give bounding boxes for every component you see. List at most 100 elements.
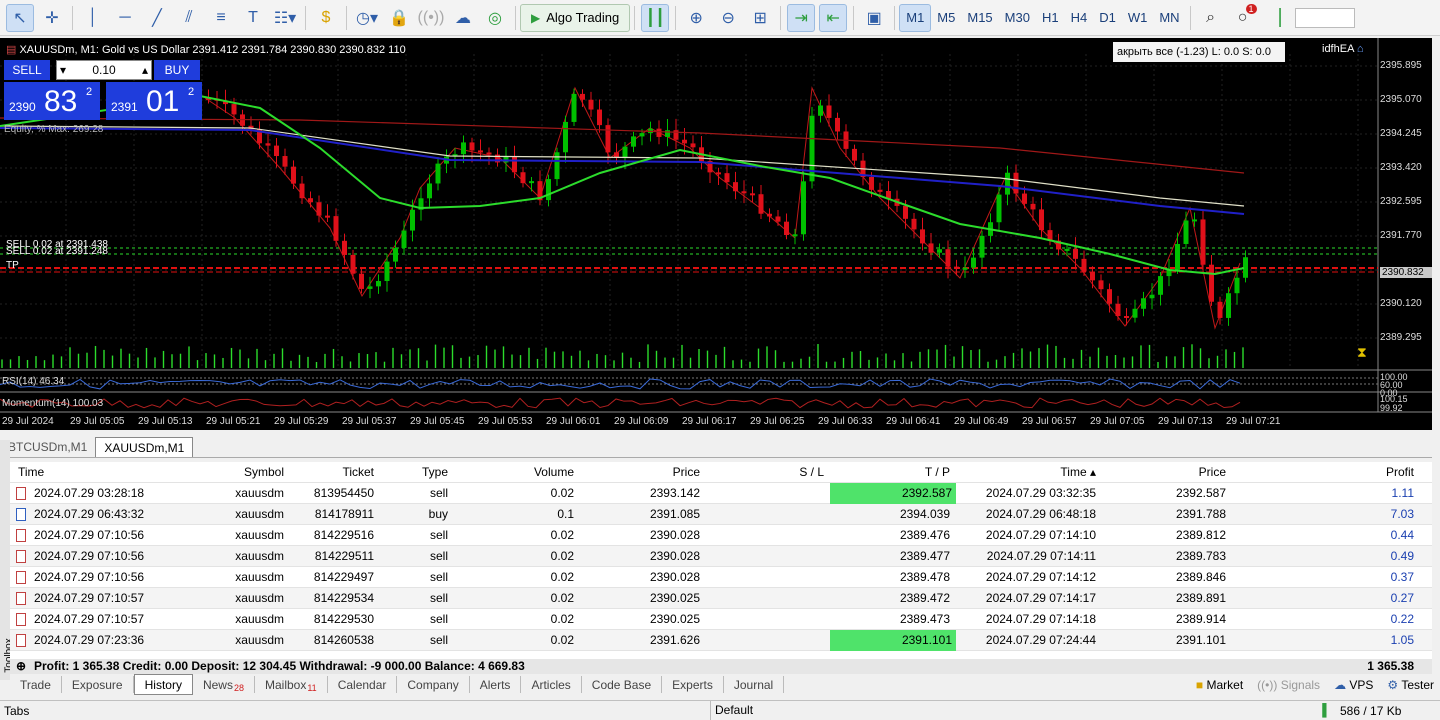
zoom-out-icon[interactable]: ⊖ [714, 4, 742, 32]
channel-icon[interactable]: ⫽ [175, 4, 203, 32]
tab-alerts[interactable]: Alerts [470, 676, 522, 693]
candle-body [342, 240, 347, 255]
horizontal-line-icon[interactable]: ─ [111, 4, 139, 32]
sell-order-line-2[interactable]: SELL 0.02 at 2391.248 [6, 246, 108, 257]
close-all-button[interactable]: акрыть все (-1.23) L: 0.0 S: 0.0 [1113, 42, 1285, 62]
tester-button[interactable]: ⚙ Tester [1387, 678, 1434, 692]
shapes-icon[interactable]: ☷▾ [271, 4, 299, 32]
tab-news[interactable]: News 28 [193, 676, 255, 693]
header-tp[interactable]: T / P [830, 462, 950, 483]
timeframe-mn[interactable]: MN [1153, 4, 1185, 32]
tab-company[interactable]: Company [397, 676, 470, 693]
zoom-in-icon[interactable]: ⊕ [682, 4, 710, 32]
timeframe-m15[interactable]: M15 [961, 4, 998, 32]
algo-trading-button[interactable]: ▶ Algo Trading [520, 3, 631, 32]
price-chart[interactable]: ▤ XAUUSDm, M1: Gold vs US Dollar 2391.41… [0, 38, 1432, 430]
toolbar-separator [894, 5, 896, 30]
trend-line-icon[interactable]: ╱ [143, 4, 171, 32]
table-row[interactable]: 2024.07.29 07:10:57 xauusdm 814229534 sell 0… [10, 588, 1432, 609]
signal-strength-icon[interactable]: ▕ [1261, 4, 1289, 32]
table-row[interactable]: 2024.07.29 07:23:36 xauusdm 814260538 sell 0… [10, 630, 1432, 651]
toolbox-side-strip[interactable]: Toolbox [0, 440, 15, 680]
toolbar-search-box[interactable] [1294, 7, 1355, 28]
cell-profit: 0.22 [1390, 612, 1414, 626]
notifications-icon[interactable]: ○ 1 [1229, 3, 1257, 32]
market-button[interactable]: ■ Market [1196, 678, 1243, 692]
candle-body [826, 105, 832, 118]
lot-spin-icon[interactable]: ▴ [142, 63, 148, 77]
header-symbol[interactable]: Symbol [180, 462, 284, 483]
cell-take-profit: 2389.473 [899, 612, 950, 626]
status-profile[interactable]: Default [710, 701, 757, 720]
sell-quote-prefix: 2390 [9, 100, 36, 114]
lot-size-field[interactable]: ▾ 0.10 ▴ [56, 60, 152, 80]
header-close-time[interactable]: Time ▴ [956, 462, 1096, 483]
timeframe-w1[interactable]: W1 [1122, 4, 1154, 32]
tab-calendar[interactable]: Calendar [328, 676, 398, 693]
header-type[interactable]: Type [380, 462, 448, 483]
tab-xauusdm[interactable]: XAUUSDm,M1 [95, 437, 194, 457]
tab-trade[interactable]: Trade [10, 676, 62, 693]
table-row[interactable]: 2024.07.29 07:10:56 xauusdm 814229516 sell 0… [10, 525, 1432, 546]
header-sl[interactable]: S / L [706, 462, 824, 483]
table-row[interactable]: 2024.07.29 07:10:56 xauusdm 814229511 sell 0… [10, 546, 1432, 567]
search-icon[interactable]: ⌕ [1197, 4, 1225, 32]
summary-expand-icon[interactable]: ⊕ [16, 659, 26, 673]
signals-button[interactable]: ((•)) Signals [1257, 678, 1320, 692]
crosshair-icon[interactable]: ✛ [38, 4, 66, 32]
timeframe-d1[interactable]: D1 [1093, 4, 1122, 32]
vertical-line-icon[interactable]: │ [79, 4, 107, 32]
bar-chart-icon[interactable]: ┃┃ [641, 3, 670, 32]
header-price[interactable]: Price [580, 462, 700, 483]
table-row[interactable]: 2024.07.29 03:28:18 xauusdm 813954450 sell 0… [10, 483, 1432, 504]
screenshot-icon[interactable]: ▣ [860, 4, 888, 32]
candle-body [282, 156, 288, 167]
signal-icon[interactable]: ((•)) [417, 4, 445, 32]
timeframe-h4[interactable]: H4 [1065, 4, 1094, 32]
lock-icon[interactable]: 🔒 [385, 4, 413, 32]
tab-journal[interactable]: Journal [724, 676, 785, 693]
fibonacci-icon[interactable]: ≡ [207, 4, 235, 32]
table-row[interactable]: 2024.07.29 07:10:56 xauusdm 814229497 sell 0… [10, 567, 1432, 588]
sell-button[interactable]: SELL [4, 60, 50, 80]
buy-quote[interactable]: 2391 01 2 [106, 82, 202, 120]
tab-history[interactable]: History [133, 674, 193, 695]
sell-quote[interactable]: 2390 83 2 [4, 82, 100, 120]
header-time[interactable]: Time [18, 462, 178, 483]
text-tool-icon[interactable]: T [239, 4, 267, 32]
timeframe-h1[interactable]: H1 [1036, 4, 1065, 32]
tab-code-base[interactable]: Code Base [582, 676, 663, 693]
vps-button[interactable]: ☁ VPS [1334, 678, 1373, 692]
timeframe-m5[interactable]: M5 [931, 4, 961, 32]
header-profit[interactable]: Profit [1232, 462, 1414, 483]
tab-mailbox[interactable]: Mailbox 11 [255, 676, 328, 693]
time-tick: 29 Jul 06:01 [546, 416, 601, 427]
header-volume[interactable]: Volume [454, 462, 574, 483]
clock-icon[interactable]: ◷▾ [353, 4, 381, 32]
tp-line-label[interactable]: TP [6, 260, 19, 271]
deal-document-icon [16, 634, 26, 647]
cell-ticket: 814229530 [313, 612, 374, 626]
candle-body [877, 189, 883, 192]
timeframe-m1[interactable]: M1 [899, 3, 932, 32]
cloud-icon[interactable]: ☁ [449, 4, 477, 32]
tab-exposure[interactable]: Exposure [62, 676, 134, 693]
tab-articles[interactable]: Articles [521, 676, 582, 693]
timeframe-m30[interactable]: M30 [999, 4, 1036, 32]
buy-button[interactable]: BUY [154, 60, 200, 80]
autoscroll-icon[interactable]: ⇥ [787, 3, 816, 32]
tab-btcusdm[interactable]: BTCUSDm,M1 [0, 437, 95, 457]
cursor-tool-icon[interactable]: ↖ [6, 3, 34, 32]
chart-shift-icon[interactable]: ⇤ [819, 3, 848, 32]
table-row[interactable]: 2024.07.29 07:10:57 xauusdm 814229530 sell 0… [10, 609, 1432, 630]
header-ticket[interactable]: Ticket [290, 462, 374, 483]
lot-dropdown-icon[interactable]: ▾ [60, 63, 66, 77]
candle-body [1107, 289, 1112, 304]
new-order-icon[interactable]: $ [312, 4, 340, 32]
header-close-price[interactable]: Price [1104, 462, 1226, 483]
globe-icon[interactable]: ◎ [481, 4, 509, 32]
grid-icon[interactable]: ⊞ [746, 4, 774, 32]
table-row[interactable]: 2024.07.29 06:43:32 xauusdm 814178911 buy 0.… [10, 504, 1432, 525]
tab-experts[interactable]: Experts [662, 676, 724, 693]
candle-body [384, 261, 390, 282]
